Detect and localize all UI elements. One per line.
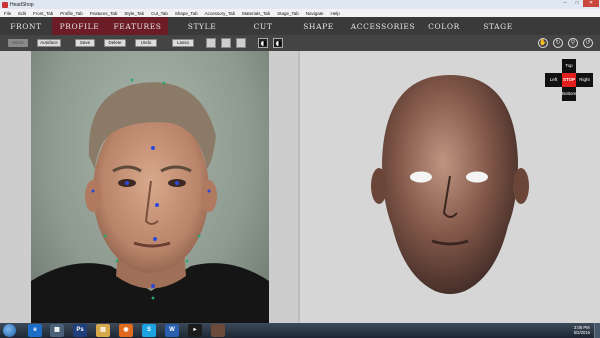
tab-accessories[interactable]: Accessories [347,17,419,35]
photo-panel [0,51,300,323]
tab-stage[interactable]: Stage [469,17,527,35]
app-icon [2,1,8,8]
title-bar: HeadShop – □ ✕ [0,0,600,9]
menu-help[interactable]: Help [330,11,339,16]
maximize-icon[interactable]: □ [571,0,583,7]
portrait-image [31,78,269,323]
grid-view-icon[interactable] [206,38,216,48]
menu-shape-tab[interactable]: Shape_Tab [175,11,198,16]
reset-view-icon[interactable]: ↺ [583,38,593,48]
ie-icon[interactable]: e [28,324,42,337]
save-button[interactable]: Save [75,39,95,47]
system-clock[interactable]: 3:06 PM 5/2/2015 [574,325,590,335]
autoface-button[interactable]: Autoface [37,39,61,47]
undo-button[interactable]: Undo [135,39,157,47]
taskbar: e ▦ Ps ▤ ◉ S W ▸ 3:06 PM 5/2/2015 [0,323,600,338]
contrast-alt-icon[interactable] [273,38,283,48]
firefox-icon[interactable]: ◉ [119,324,133,337]
skype-icon[interactable]: S [142,324,156,337]
pan-hand-icon[interactable]: ✋ [538,38,548,48]
mesh-view-icon[interactable] [236,38,246,48]
view-left-button[interactable]: Left [545,73,562,87]
clock-date: 5/2/2015 [573,330,590,335]
app-window: HeadShop – □ ✕ File Edit Front_Tab Profi… [0,0,600,338]
zoom-icon[interactable]: ⚲ [568,38,578,48]
tab-front[interactable]: Front [0,17,52,35]
window-controls: – □ ✕ [559,0,599,8]
headshop-taskbar-icon[interactable] [211,324,225,337]
menu-edit[interactable]: Edit [18,11,26,16]
contrast-icon[interactable] [258,38,268,48]
tab-color[interactable]: Color [419,17,469,35]
view-bottom-button[interactable]: Bottom [562,87,576,101]
window-title: HeadShop [10,1,34,8]
menu-materials-tab[interactable]: Materials_Tab [242,11,270,16]
lasso-button[interactable]: Lasso [172,39,194,47]
menu-style-tab[interactable]: Style_Tab [124,11,144,16]
menu-accessory-tab[interactable]: Accessory_Tab [205,11,236,16]
reference-photo[interactable] [31,51,269,323]
close-icon[interactable]: ✕ [583,0,599,7]
menu-profile-tab[interactable]: Profile_Tab [60,11,83,16]
rotate-icon[interactable]: ↻ [553,38,563,48]
show-desktop-button[interactable] [594,323,600,338]
word-icon[interactable]: W [165,324,179,337]
library-icon[interactable]: ▦ [50,324,64,337]
view-stop-button[interactable]: STOP [562,73,576,87]
terminal-icon[interactable]: ▸ [188,324,202,337]
menu-bar: File Edit Front_Tab Profile_Tab Features… [0,9,600,17]
mirror-button[interactable]: Mirror [8,39,28,47]
tab-cut[interactable]: Cut [236,17,290,35]
menu-file[interactable]: File [4,11,11,16]
menu-navigate[interactable]: Navigate [306,11,324,16]
menu-features-tab[interactable]: Features_Tab [90,11,118,16]
view-top-button[interactable]: Top [562,59,576,73]
menu-front-tab[interactable]: Front_Tab [33,11,53,16]
grid-wire-icon[interactable] [221,38,231,48]
head-model[interactable] [300,51,600,323]
minimize-icon[interactable]: – [559,0,571,7]
tab-features[interactable]: Features [107,17,168,35]
toolbar: Mirror Autoface Save Delete Undo Lasso ✋… [0,35,600,51]
delete-button[interactable]: Delete [104,39,126,47]
tab-bar: Front Profile Features Style Cut Shape A… [0,17,600,35]
folder-icon[interactable]: ▤ [96,324,110,337]
view-right-button[interactable]: Right [576,73,593,87]
viewport-3d[interactable]: Top Left STOP Right Bottom [300,51,600,323]
photoshop-icon[interactable]: Ps [73,324,87,337]
tab-profile[interactable]: Profile [52,17,107,35]
menu-cut-tab[interactable]: Cut_Tab [151,11,168,16]
start-button-icon[interactable] [3,324,16,337]
tab-shape[interactable]: Shape [290,17,347,35]
menu-stage-tab[interactable]: Stage_Tab [277,11,299,16]
tab-style[interactable]: Style [168,17,236,35]
